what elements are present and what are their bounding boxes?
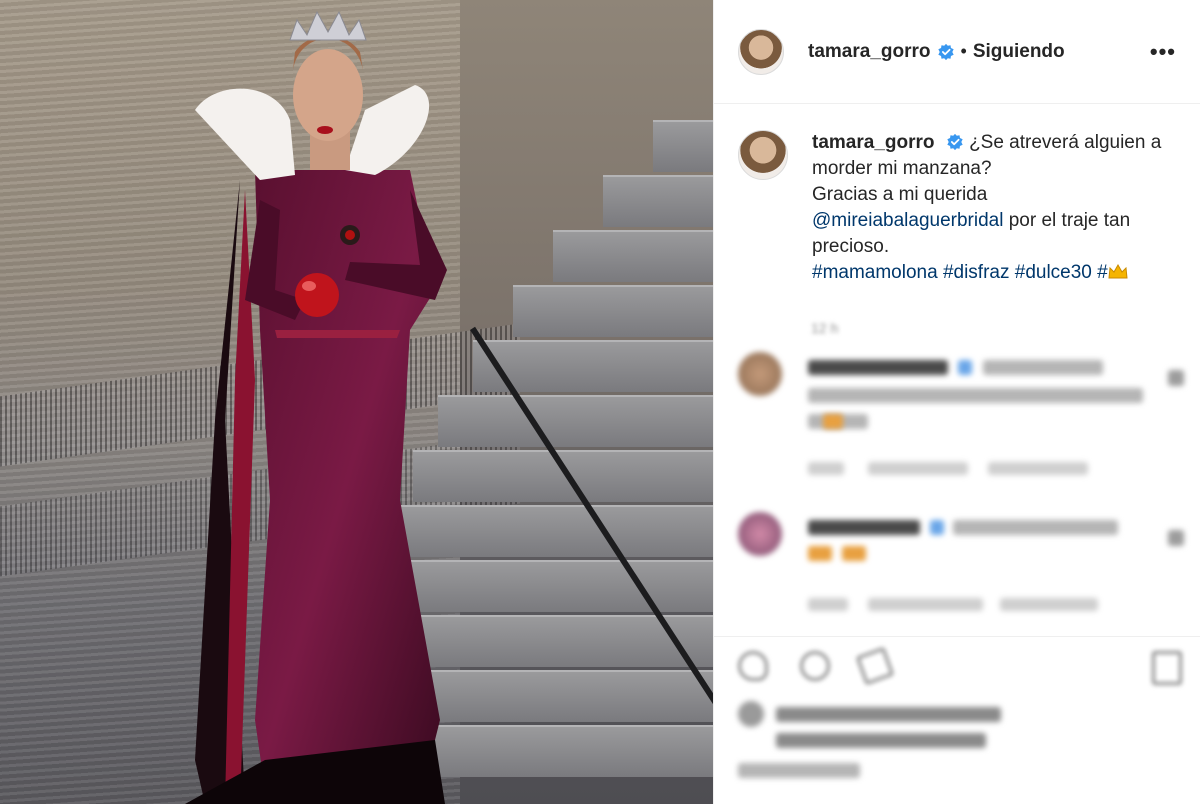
- post-caption: tamara_gorro ¿Se atreverá alguien a mord…: [738, 130, 1188, 286]
- likes-summary: [776, 707, 1001, 722]
- comment-icon[interactable]: [800, 651, 830, 681]
- heart-icon[interactable]: [1168, 530, 1184, 546]
- verified-badge-icon: [937, 43, 954, 60]
- comment-item: [738, 512, 1188, 622]
- heart-icon[interactable]: [1168, 370, 1184, 386]
- post-media[interactable]: [0, 0, 713, 804]
- caption-author-avatar[interactable]: [738, 130, 788, 180]
- liker-avatar: [738, 701, 764, 727]
- comment-item: [738, 352, 1188, 482]
- post-sidebar: tamara_gorro • Siguiendo ••• tamara_gorr…: [713, 0, 1200, 804]
- crown-emoji-icon: [1108, 264, 1128, 279]
- commenter-avatar: [738, 512, 782, 556]
- author-avatar[interactable]: [738, 28, 784, 75]
- commenter-avatar: [738, 352, 782, 396]
- share-icon[interactable]: [855, 646, 895, 686]
- post-header: tamara_gorro • Siguiendo •••: [714, 0, 1200, 104]
- post-timestamp: 12 h: [811, 320, 839, 336]
- caption-line-2: Gracias a mi querida: [812, 184, 988, 205]
- author-username[interactable]: tamara_gorro: [808, 41, 931, 63]
- caption-mention[interactable]: @mireiabalaguerbridal: [812, 210, 1003, 231]
- separator-dot: •: [960, 41, 967, 61]
- person-in-costume: [185, 10, 447, 804]
- caption-username[interactable]: tamara_gorro: [812, 132, 935, 153]
- heart-icon[interactable]: [738, 651, 768, 681]
- following-button[interactable]: Siguiendo: [973, 41, 1065, 63]
- caption-hashtags[interactable]: #mamamolona #disfraz #dulce30 #: [812, 262, 1108, 283]
- post-actions: [714, 636, 1200, 804]
- verified-badge-icon: [947, 133, 963, 151]
- likes-summary: [776, 733, 986, 748]
- caption-text: tamara_gorro ¿Se atreverá alguien a mord…: [812, 130, 1188, 286]
- bookmark-icon[interactable]: [1152, 651, 1182, 685]
- more-options-icon[interactable]: •••: [1150, 39, 1176, 65]
- post-date: [738, 763, 860, 778]
